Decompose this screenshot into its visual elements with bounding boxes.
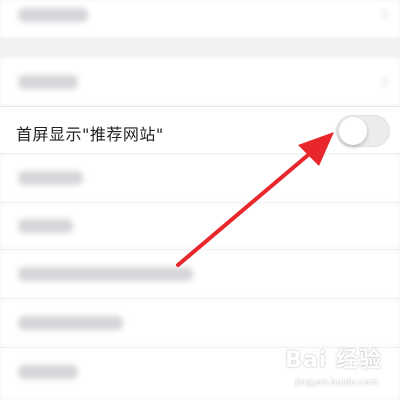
chevron-right-icon bbox=[376, 8, 388, 20]
baidu-jingyan-watermark: Bai 经验 jingyan.baidu.com bbox=[256, 342, 386, 392]
section-gap bbox=[0, 38, 400, 58]
blurred-label bbox=[18, 316, 123, 330]
blurred-label bbox=[18, 8, 88, 22]
setting-label: 首屏显示"推荐网站" bbox=[16, 125, 164, 144]
recommended-sites-setting-row: 首屏显示"推荐网站" bbox=[0, 106, 400, 154]
settings-row-blurred[interactable] bbox=[0, 299, 400, 347]
recommended-sites-toggle[interactable] bbox=[336, 115, 390, 147]
settings-row-blurred[interactable] bbox=[0, 250, 400, 298]
settings-row-blurred[interactable] bbox=[0, 203, 400, 249]
blurred-label bbox=[18, 171, 83, 185]
settings-row-blurred[interactable] bbox=[0, 0, 400, 38]
blurred-label bbox=[18, 365, 78, 379]
settings-screen: 首屏显示"推荐网站" Bai 经验 jingyan.baidu.com bbox=[0, 0, 400, 400]
blurred-label bbox=[18, 219, 73, 233]
blurred-label bbox=[18, 267, 193, 281]
chevron-right-icon bbox=[376, 76, 388, 88]
settings-row-blurred[interactable] bbox=[0, 58, 400, 106]
watermark-logo: Bai 经验 bbox=[285, 348, 382, 373]
blurred-label bbox=[18, 75, 78, 89]
settings-row-blurred[interactable] bbox=[0, 154, 400, 202]
toggle-knob bbox=[339, 117, 367, 145]
watermark-url: jingyan.baidu.com bbox=[294, 378, 378, 388]
